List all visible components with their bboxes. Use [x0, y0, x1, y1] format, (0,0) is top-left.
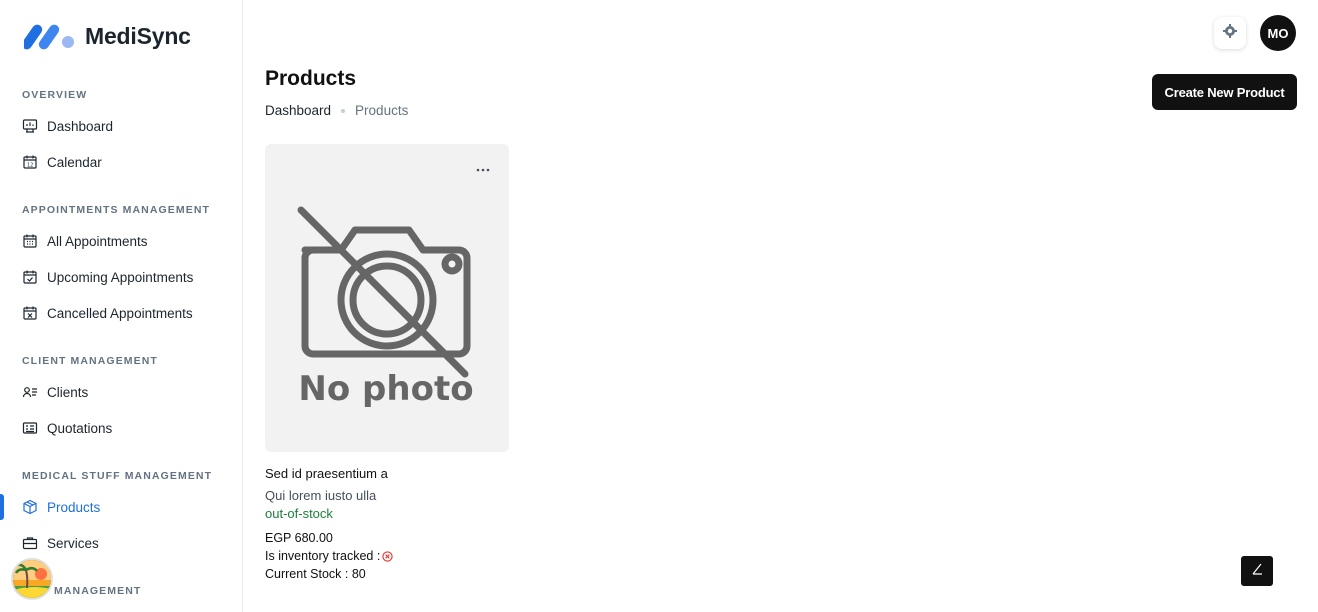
- medisync-logo-icon: [21, 20, 76, 52]
- sidebar-item-label: Calendar: [47, 154, 102, 170]
- avatar[interactable]: MO: [1260, 15, 1296, 51]
- sidebar-item-quotations[interactable]: Quotations: [22, 416, 222, 440]
- breadcrumb-current: Products: [355, 103, 409, 118]
- product-name[interactable]: Sed id praesentium a: [265, 466, 388, 481]
- no-photo-text: No photo: [298, 369, 473, 409]
- product-status: out-of-stock: [265, 506, 333, 521]
- sidebar-item-dashboard[interactable]: Dashboard: [22, 114, 222, 138]
- calendar-check-icon: [22, 269, 38, 285]
- sidebar-item-label: Products: [47, 499, 101, 515]
- inventory-tracked-label: Is inventory tracked :: [265, 549, 381, 563]
- active-indicator: [0, 494, 4, 520]
- sidebar-item-upcoming-appointments[interactable]: Upcoming Appointments: [22, 265, 222, 289]
- product-description: Qui lorem iusto ulla: [265, 488, 377, 503]
- svg-text:12: 12: [27, 163, 33, 169]
- briefcase-icon: [22, 535, 38, 551]
- sidebar-item-cancelled-appointments[interactable]: Cancelled Appointments: [22, 301, 222, 325]
- sidebar-item-services[interactable]: Services: [22, 531, 222, 555]
- brand[interactable]: MediSync: [21, 20, 191, 52]
- sidebar-item-label: Dashboard: [47, 118, 114, 134]
- floating-action-button[interactable]: [1241, 556, 1273, 586]
- section-label-overview: OVERVIEW: [22, 89, 88, 101]
- sidebar-item-clients[interactable]: Clients: [22, 380, 222, 404]
- sidebar-item-label: All Appointments: [47, 233, 148, 249]
- product-stock: Current Stock : 80: [265, 567, 366, 581]
- no-photo-icon: No photo: [297, 206, 474, 409]
- sidebar-item-label: Upcoming Appointments: [47, 269, 194, 285]
- gear-icon: [1222, 23, 1238, 44]
- brand-name: MediSync: [85, 22, 191, 49]
- breadcrumb-dashboard-link[interactable]: Dashboard: [265, 103, 331, 118]
- more-options-icon[interactable]: [475, 162, 491, 178]
- sidebar-item-label: Quotations: [47, 420, 113, 436]
- sidebar-item-products[interactable]: Products: [22, 495, 222, 519]
- dashboard-icon: [22, 118, 38, 134]
- box-icon: [22, 499, 38, 515]
- inventory-tracked-row: Is inventory tracked :: [265, 549, 394, 563]
- sidebar-item-label: Services: [47, 535, 99, 551]
- section-label-management: MANAGEMENT: [54, 585, 142, 597]
- calendar-x-icon: [22, 305, 38, 321]
- beach-avatar-icon[interactable]: [11, 558, 53, 600]
- product-price: EGP 680.00: [265, 531, 333, 545]
- settings-button[interactable]: [1214, 17, 1246, 49]
- sidebar: MediSync OVERVIEW Dashboard 12 Calendar …: [0, 0, 243, 612]
- breadcrumb: Dashboard Products: [265, 103, 408, 118]
- angle-icon: [1250, 562, 1264, 581]
- sidebar-item-label: Cancelled Appointments: [47, 305, 193, 321]
- quotation-icon: [22, 420, 38, 436]
- users-list-icon: [22, 384, 38, 400]
- sidebar-item-all-appointments[interactable]: All Appointments: [22, 229, 222, 253]
- breadcrumb-separator: [341, 108, 346, 113]
- sidebar-item-label: Clients: [47, 384, 89, 400]
- calendar-icon: 12: [22, 154, 38, 170]
- close-circle-icon: [382, 550, 394, 562]
- create-new-product-button[interactable]: Create New Product: [1152, 74, 1297, 110]
- calendar-grid-icon: [22, 233, 38, 249]
- product-image[interactable]: No photo: [265, 144, 509, 452]
- section-label-appointments: APPOINTMENTS MANAGEMENT: [22, 204, 211, 216]
- page-title: Products: [265, 67, 357, 90]
- section-label-clients: CLIENT MANAGEMENT: [22, 355, 158, 367]
- sidebar-item-calendar[interactable]: 12 Calendar: [22, 150, 222, 174]
- section-label-medical-stuff: MEDICAL STUFF MANAGEMENT: [22, 470, 213, 482]
